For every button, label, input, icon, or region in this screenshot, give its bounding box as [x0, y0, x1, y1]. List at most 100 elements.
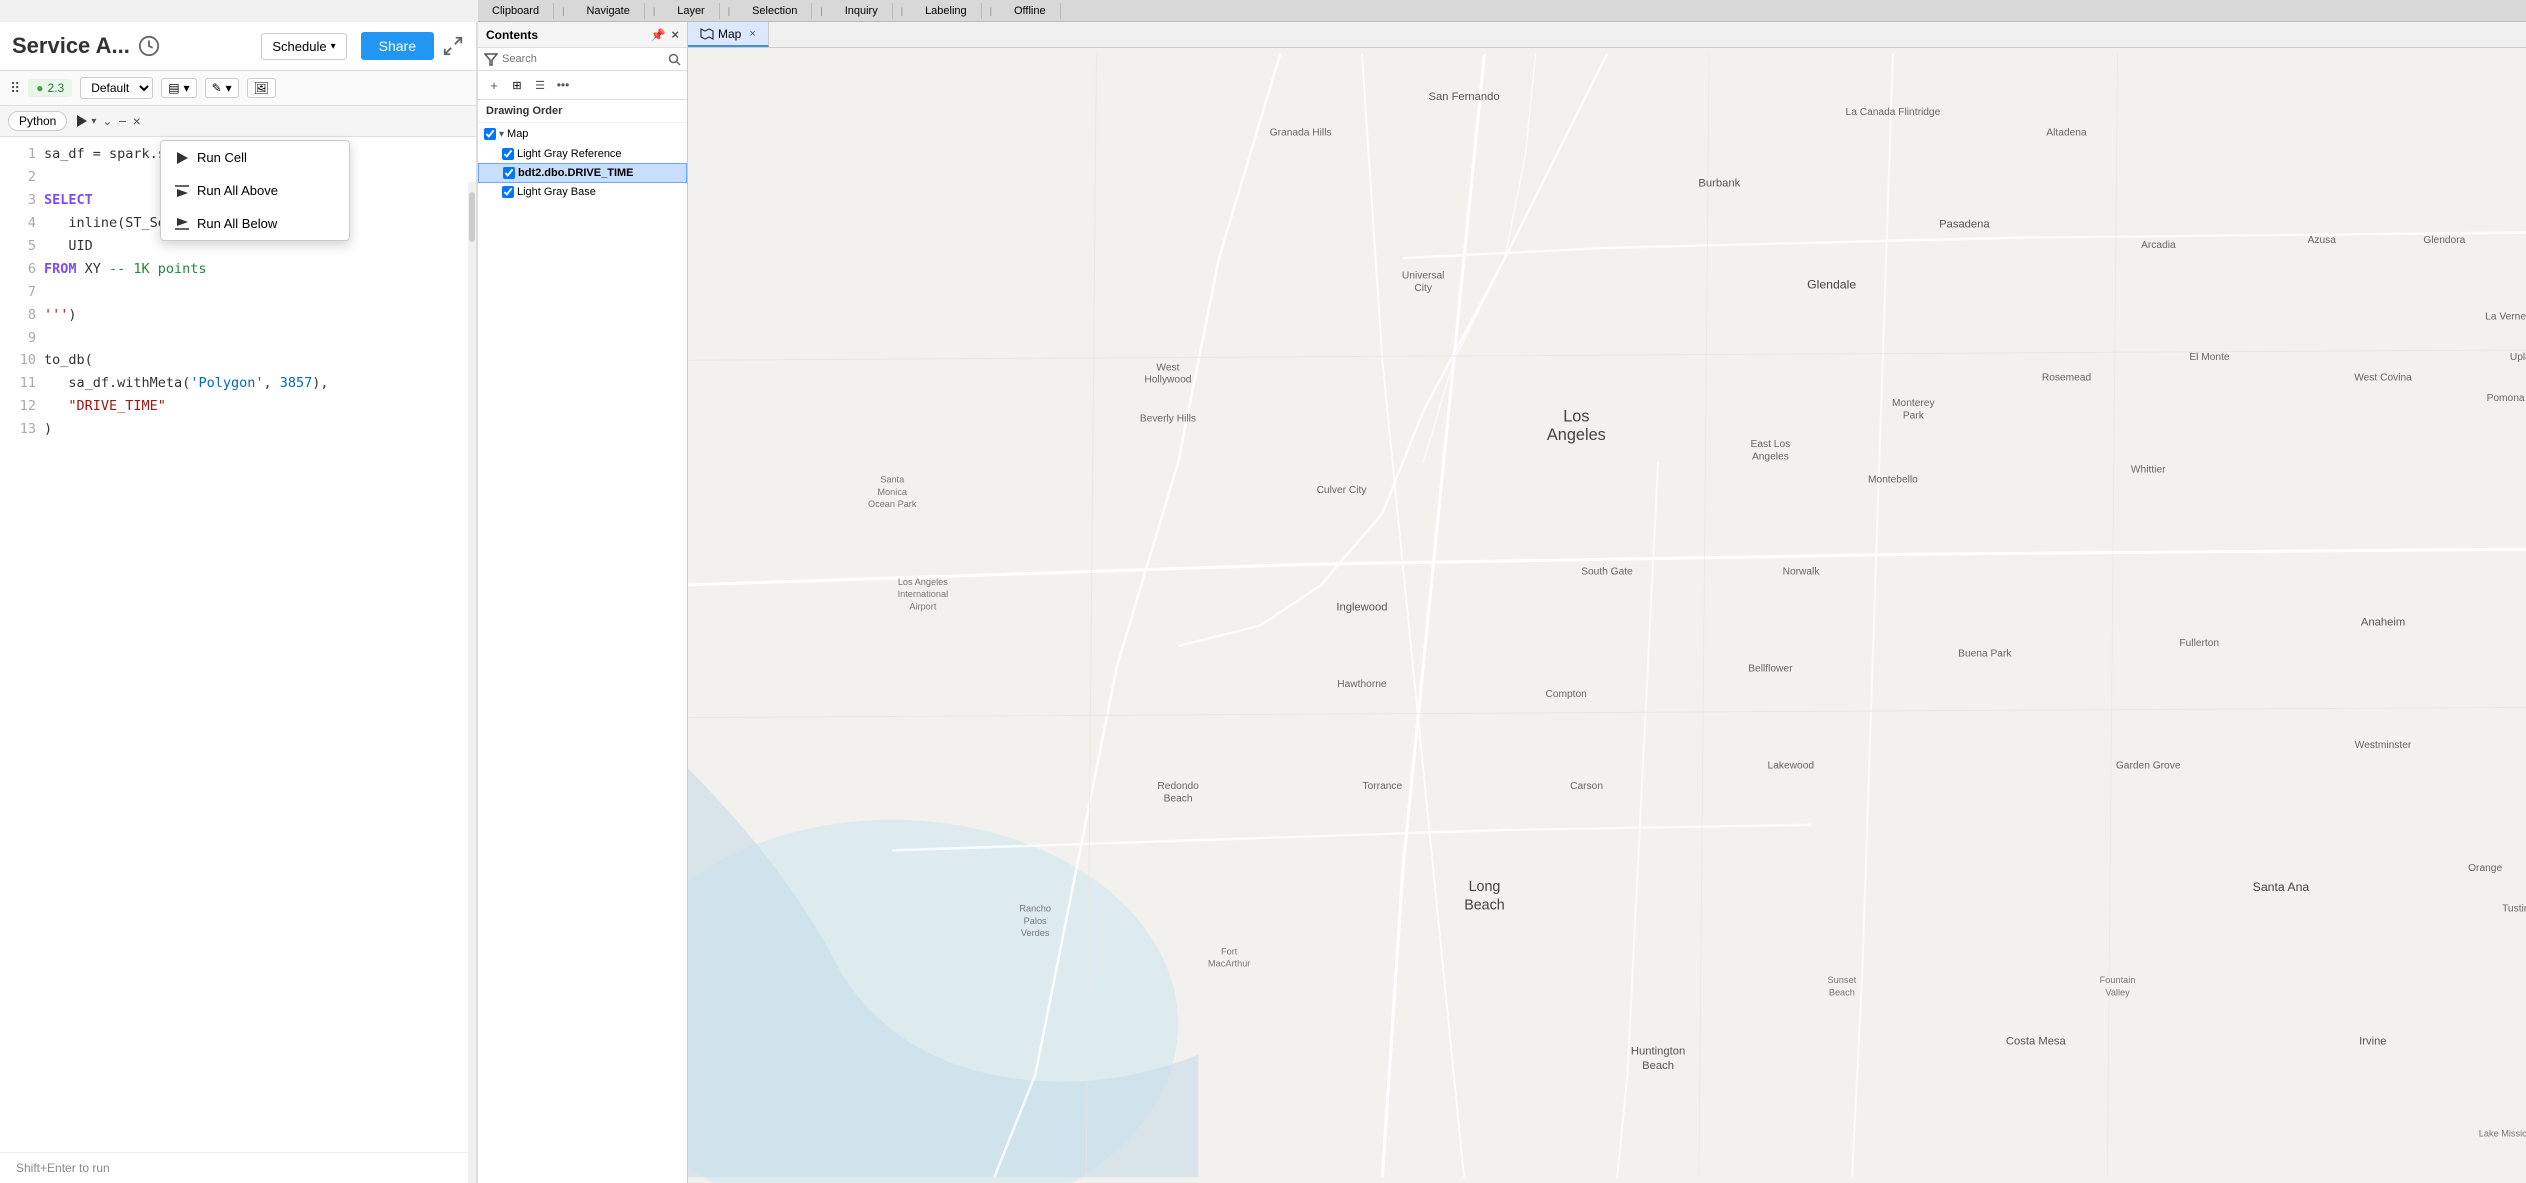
- close-icon[interactable]: ×: [133, 113, 141, 129]
- svg-text:Beach: Beach: [1164, 793, 1193, 804]
- layer-item-drive-time[interactable]: bdt2.dbo.DRIVE_TIME: [478, 163, 687, 183]
- cell-toolbar: Python ▾ ⌄ − × Run Cell: [0, 106, 476, 137]
- code-line-13: 13 ): [0, 418, 476, 441]
- schedule-button[interactable]: Schedule ▾: [261, 33, 346, 60]
- line-num-3: 3: [0, 189, 44, 212]
- share-button[interactable]: Share: [361, 32, 434, 60]
- map-svg: San Fernando Granada Hills La Canada Fli…: [688, 48, 2526, 1183]
- base-checkbox[interactable]: [502, 186, 514, 198]
- drawing-order-label: Drawing Order: [478, 100, 687, 123]
- ribbon-tab-clipboard[interactable]: Clipboard: [478, 3, 554, 19]
- ribbon-divider-6: |: [982, 4, 1000, 18]
- language-badge[interactable]: Python: [8, 111, 67, 131]
- svg-text:Altadena: Altadena: [2046, 128, 2087, 139]
- ribbon-divider-5: |: [893, 4, 911, 18]
- contents-close-icon[interactable]: ×: [671, 27, 679, 42]
- chevron-down-icon[interactable]: ⌄: [102, 114, 112, 128]
- play-icon[interactable]: [73, 113, 89, 129]
- map-area[interactable]: Map ×: [688, 22, 2526, 1183]
- more-options-btn[interactable]: •••: [553, 75, 573, 95]
- run-dropdown-menu: Run Cell Run All Above Run All Below: [160, 140, 350, 241]
- svg-text:Beverly Hills: Beverly Hills: [1140, 413, 1196, 424]
- cell-icon: ▤: [168, 81, 179, 95]
- svg-text:West: West: [1156, 362, 1179, 373]
- pin-icon[interactable]: 📌: [650, 28, 665, 42]
- runtime-select[interactable]: Default: [80, 77, 153, 99]
- svg-text:El Monte: El Monte: [2189, 352, 2230, 363]
- ribbon-tab-labeling[interactable]: Labeling: [911, 3, 982, 19]
- history-icon[interactable]: [138, 35, 160, 57]
- chevron-icon: ▾: [184, 81, 190, 95]
- map-tab[interactable]: Map ×: [688, 22, 769, 47]
- run-cell-item[interactable]: Run Cell: [161, 141, 349, 174]
- map-tab-close-icon[interactable]: ×: [749, 28, 755, 40]
- minus-icon[interactable]: −: [118, 114, 126, 128]
- expand-icon[interactable]: [442, 35, 464, 57]
- svg-text:West Covina: West Covina: [2354, 373, 2412, 384]
- svg-text:Arcadia: Arcadia: [2141, 240, 2176, 251]
- search-icon[interactable]: [668, 53, 681, 66]
- code-text-11: sa_df.withMeta('Polygon', 3857),: [44, 372, 476, 395]
- show-all-btn[interactable]: ☰: [530, 75, 550, 95]
- image-btn[interactable]: 🖼: [247, 78, 276, 98]
- ribbon-tab-inquiry[interactable]: Inquiry: [831, 3, 893, 19]
- svg-text:Burbank: Burbank: [1698, 178, 1740, 190]
- svg-text:Fort: Fort: [1221, 947, 1238, 957]
- play-chevron-icon[interactable]: ▾: [91, 116, 96, 127]
- line-num-12: 12: [0, 395, 44, 418]
- svg-text:Monica: Monica: [877, 487, 908, 497]
- drive-time-checkbox[interactable]: [503, 167, 515, 179]
- svg-text:Pasadena: Pasadena: [1939, 218, 1990, 230]
- svg-text:Hollywood: Hollywood: [1144, 375, 1191, 386]
- svg-text:Hawthorne: Hawthorne: [1337, 679, 1387, 690]
- edit-mode-btn[interactable]: ✎ ▾: [205, 78, 239, 98]
- reference-checkbox[interactable]: [502, 148, 514, 160]
- code-text-7: [44, 281, 476, 304]
- svg-text:MacArthur: MacArthur: [1208, 959, 1250, 969]
- run-cell-label: Run Cell: [197, 150, 247, 165]
- run-all-below-label: Run All Below: [197, 216, 277, 231]
- run-all-below-icon: [175, 217, 189, 231]
- ribbon-tab-navigate[interactable]: Navigate: [572, 3, 644, 19]
- arcgis-ribbon: Clipboard | Navigate | Layer | Selection…: [478, 0, 2526, 22]
- ribbon-tab-layer[interactable]: Layer: [663, 3, 720, 19]
- search-input[interactable]: [502, 53, 664, 65]
- layer-item-reference[interactable]: Light Gray Reference: [478, 145, 687, 163]
- svg-text:Carson: Carson: [1570, 781, 1603, 792]
- svg-text:Lake Mission: Lake Mission: [2479, 1128, 2526, 1138]
- code-text-9: [44, 327, 476, 350]
- filter-icon[interactable]: [484, 52, 498, 66]
- line-num-2: 2: [0, 166, 44, 189]
- svg-text:Rosemead: Rosemead: [2042, 373, 2092, 384]
- line-num-11: 11: [0, 372, 44, 395]
- scroll-thumb[interactable]: [469, 192, 475, 242]
- base-layer-name: Light Gray Base: [517, 186, 596, 198]
- code-text-6: FROM XY -- 1K points: [44, 258, 476, 281]
- svg-text:Airport: Airport: [909, 601, 937, 611]
- svg-text:Redondo: Redondo: [1157, 781, 1199, 792]
- layer-item-map[interactable]: ▾ Map: [478, 125, 687, 143]
- cell-type-select[interactable]: ▤ ▾: [161, 78, 196, 98]
- run-all-above-label: Run All Above: [197, 183, 278, 198]
- map-checkbox[interactable]: [484, 128, 496, 140]
- line-num-13: 13: [0, 418, 44, 441]
- run-all-below-item[interactable]: Run All Below: [161, 207, 349, 240]
- svg-text:Anaheim: Anaheim: [2361, 617, 2405, 629]
- ribbon-tab-selection[interactable]: Selection: [738, 3, 812, 19]
- svg-text:Palos: Palos: [1024, 916, 1047, 926]
- layer-item-base[interactable]: Light Gray Base: [478, 183, 687, 201]
- run-all-above-item[interactable]: Run All Above: [161, 174, 349, 207]
- line-num-4: 4: [0, 212, 44, 235]
- run-dropdown-btn[interactable]: ▾: [73, 113, 96, 129]
- code-area[interactable]: 1 sa_df = spark.sql(''' 2 3 SELECT 4 inl…: [0, 137, 476, 1152]
- ribbon-tab-offline[interactable]: Offline: [1000, 3, 1061, 19]
- nodes-icon: ⠿: [10, 80, 20, 97]
- code-line-8: 8 '''): [0, 304, 476, 327]
- svg-text:Beach: Beach: [1464, 898, 1505, 914]
- svg-text:Torrance: Torrance: [1363, 781, 1403, 792]
- map-expand-icon[interactable]: ▾: [499, 129, 504, 140]
- add-layer-btn[interactable]: +: [484, 75, 504, 95]
- map-canvas[interactable]: San Fernando Granada Hills La Canada Fli…: [688, 48, 2526, 1183]
- scroll-track[interactable]: [468, 182, 476, 1183]
- group-layer-btn[interactable]: ⊞: [507, 75, 527, 95]
